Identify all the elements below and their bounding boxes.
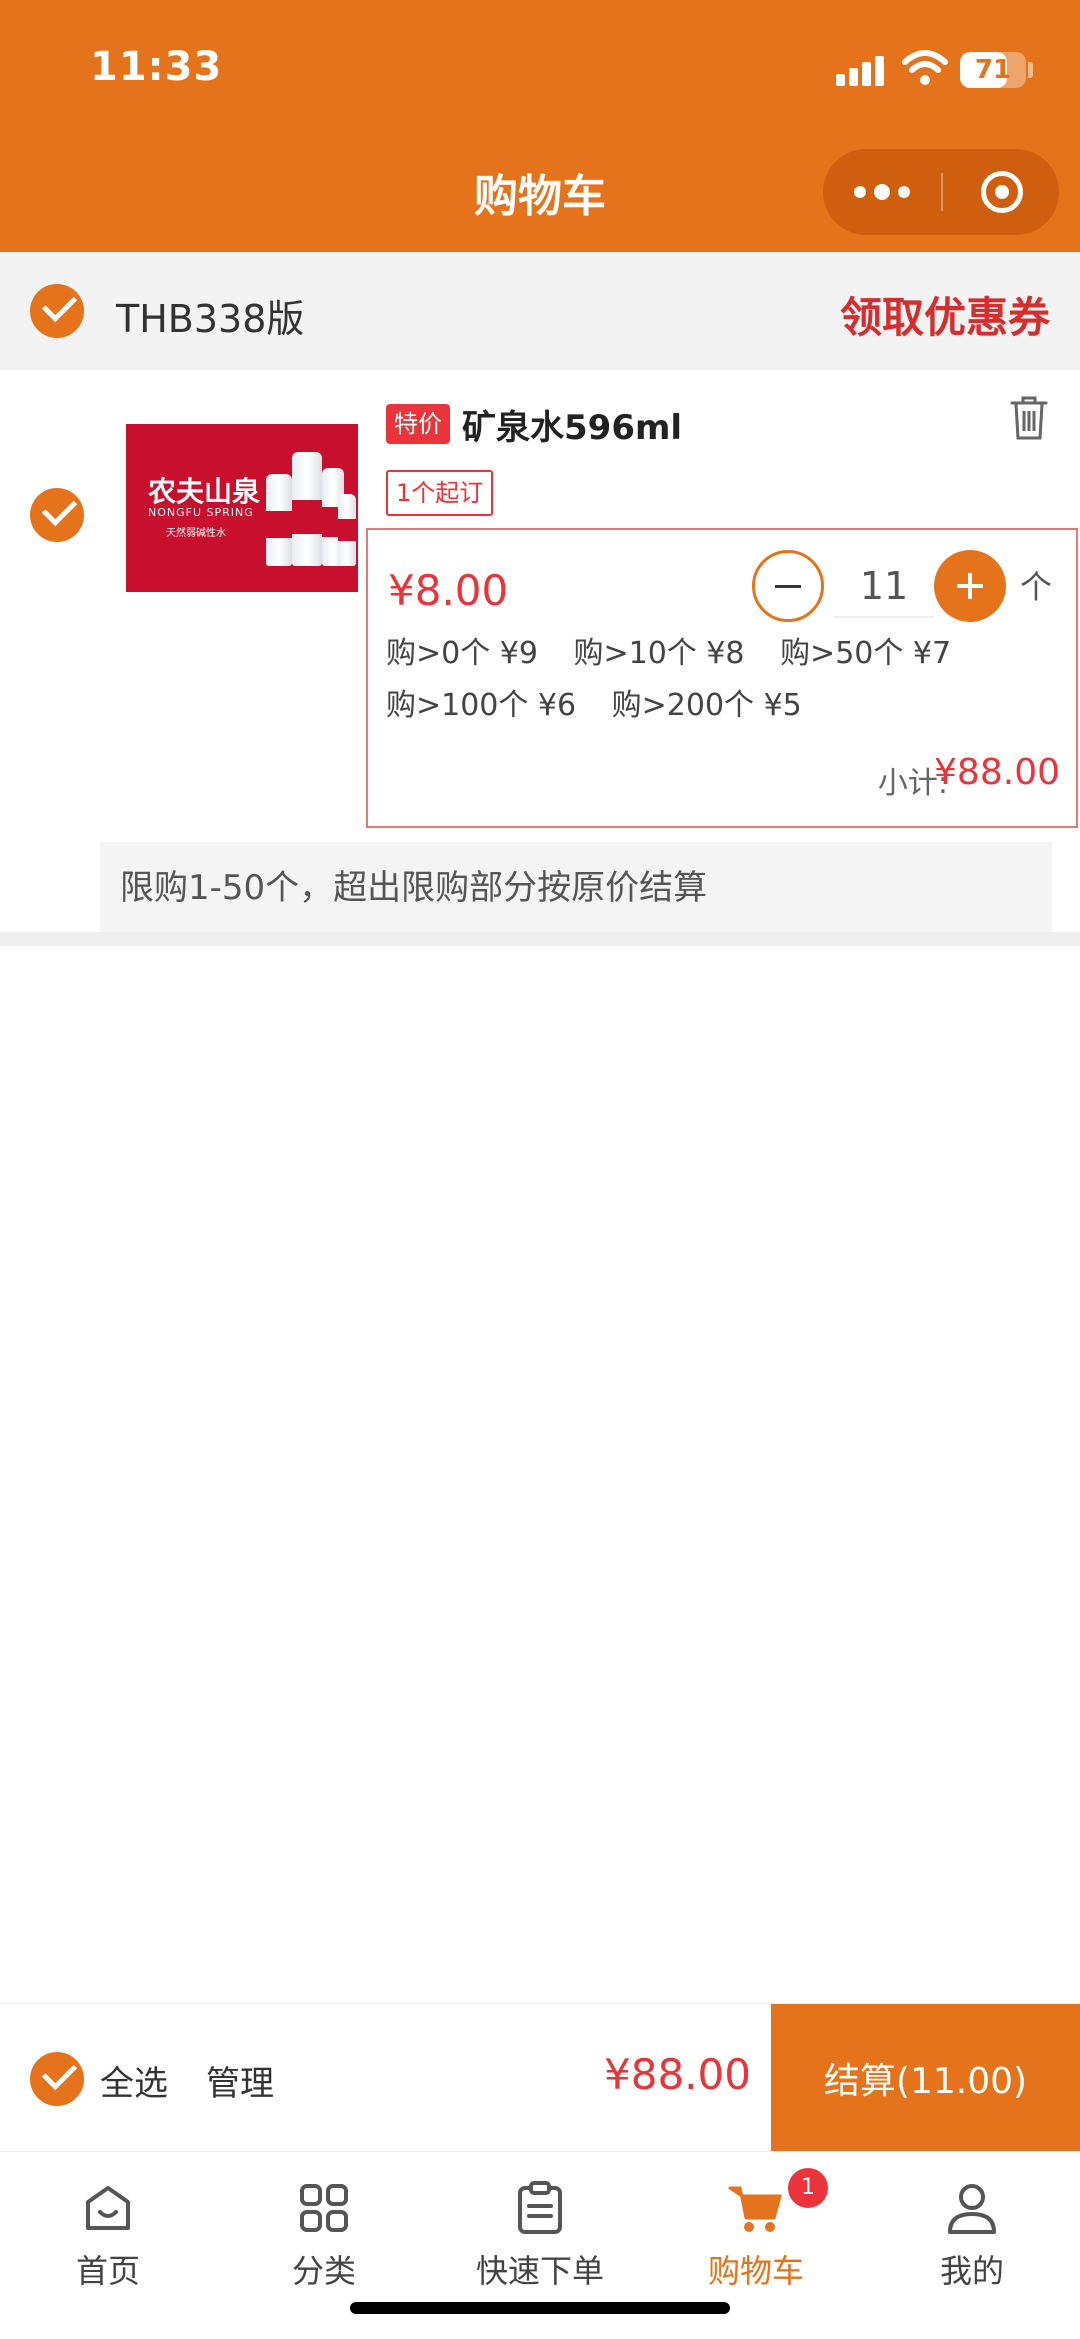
header: 11:33 71 购物车 <box>0 0 1080 252</box>
product-name[interactable]: 矿泉水596ml <box>462 400 682 449</box>
trash-icon[interactable] <box>1010 396 1048 440</box>
user-icon <box>948 2184 996 2234</box>
increase-quantity-button[interactable] <box>934 550 1006 622</box>
quantity-unit: 个 <box>1020 568 1053 606</box>
cart-count-badge: 1 <box>788 2168 828 2208</box>
checkout-bar: 全选 管理 ¥88.00 结算(11.00) <box>0 2003 1080 2152</box>
bottle <box>292 452 322 566</box>
section-divider <box>0 932 1080 946</box>
min-order-badge: 1个起订 <box>386 470 494 516</box>
quantity-input[interactable]: 11 <box>834 554 934 618</box>
wifi-icon <box>902 50 948 85</box>
home-indicator <box>350 2302 730 2314</box>
product-image[interactable]: 农夫山泉 NONGFU SPRING 天然弱碱性水 <box>126 424 358 592</box>
brand-subtitle: 天然弱碱性水 <box>166 528 226 539</box>
clipboard-icon <box>518 2181 562 2234</box>
store-row: THB338版 领取优惠券 <box>0 252 1080 370</box>
tab-profile[interactable]: 我的 <box>864 2174 1080 2294</box>
brand-name-cn: 农夫山泉 <box>148 475 261 508</box>
miniprogram-capsule <box>823 149 1059 235</box>
capsule-divider <box>941 173 943 211</box>
purchase-limit-note: 限购1-50个，超出限购部分按原价结算 <box>100 842 1052 934</box>
signal-icon <box>836 56 886 86</box>
store-checkbox[interactable] <box>30 284 84 338</box>
bottle <box>338 494 356 566</box>
battery-cap <box>1028 62 1033 78</box>
brand-name-en: NONGFU SPRING <box>148 506 254 519</box>
get-coupon-link[interactable]: 领取优惠券 <box>840 284 1050 345</box>
select-all-label[interactable]: 全选 <box>100 2056 168 2105</box>
item-checkbox[interactable] <box>30 488 84 542</box>
manage-button[interactable]: 管理 <box>206 2056 274 2105</box>
battery-icon: 71 <box>960 52 1026 88</box>
store-name: THB338版 <box>116 297 305 341</box>
cart-item: 农夫山泉 NONGFU SPRING 天然弱碱性水 特价 矿泉水596ml 1个… <box>0 370 1080 935</box>
close-miniprogram-icon[interactable] <box>981 171 1023 213</box>
price-tier: 购>100个 ¥6 <box>386 688 577 723</box>
total-price: ¥88.00 <box>604 2050 751 2099</box>
tab-home[interactable]: 首页 <box>0 2174 216 2294</box>
tab-quick-order[interactable]: 快速下单 <box>432 2174 648 2294</box>
tab-label: 分类 <box>291 2252 356 2290</box>
tab-label: 快速下单 <box>475 2252 604 2290</box>
price-tier: 购>50个 ¥7 <box>780 636 952 671</box>
tab-label: 首页 <box>75 2252 140 2290</box>
more-icon[interactable] <box>823 149 941 235</box>
tab-label: 我的 <box>939 2252 1004 2290</box>
bottle <box>266 474 292 566</box>
select-all-checkbox[interactable] <box>30 2052 84 2106</box>
price-tier: 购>200个 ¥5 <box>611 688 802 723</box>
price-tier: 购>0个 ¥9 <box>386 636 538 671</box>
special-price-badge: 特价 <box>386 404 450 444</box>
tab-category[interactable]: 分类 <box>216 2174 432 2294</box>
tab-cart[interactable]: 1 购物车 <box>648 2168 864 2294</box>
price-tier: 购>10个 ¥8 <box>573 636 745 671</box>
tab-label: 购物车 <box>707 2252 804 2290</box>
subtotal-value: ¥88.00 <box>934 752 1060 793</box>
cart-icon <box>728 2186 782 2232</box>
price-tiers: 购>0个 ¥9 购>10个 ¥8 购>50个 ¥7 购>100个 ¥6 购>20… <box>386 628 1066 732</box>
battery-level: 71 <box>974 55 1012 85</box>
home-icon <box>86 2186 130 2230</box>
category-icon <box>300 2184 348 2232</box>
decrease-quantity-button[interactable] <box>752 550 824 622</box>
checkout-button[interactable]: 结算(11.00) <box>771 2004 1080 2152</box>
status-time: 11:33 <box>90 44 223 90</box>
price-box: ¥8.00 11 个 购>0个 ¥9 购>10个 ¥8 购>50个 ¥7 购>1… <box>366 528 1078 828</box>
unit-price: ¥8.00 <box>388 566 509 615</box>
